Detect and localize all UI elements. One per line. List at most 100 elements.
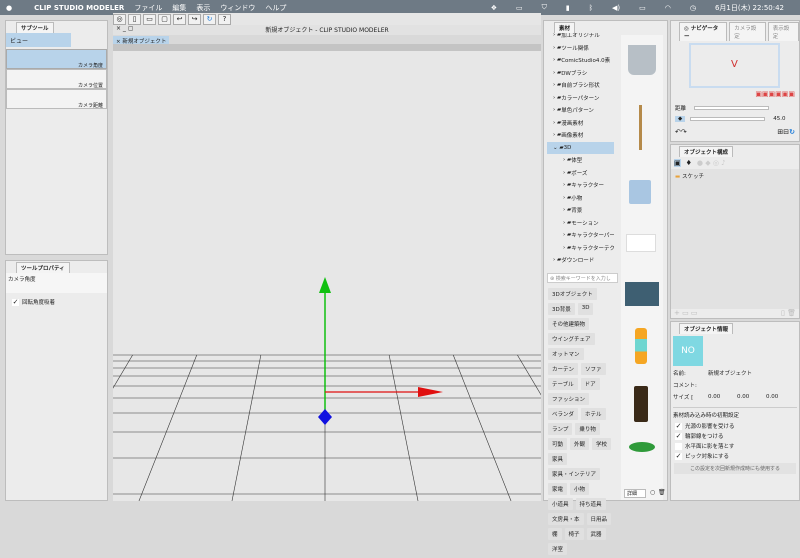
tag-button[interactable]: 小道具 — [548, 498, 573, 510]
import-option-checkbox[interactable]: ✓ 光源の影響を受ける — [675, 421, 799, 431]
tag-button[interactable]: ファッション — [548, 393, 590, 405]
tag-button[interactable]: テーブル — [548, 378, 578, 390]
tree-item[interactable]: › ▰ キャラクターパー — [547, 229, 614, 242]
tag-button[interactable]: 家具・インテリア — [548, 468, 601, 480]
mic-icon[interactable]: ♦ — [686, 159, 692, 167]
tag-button[interactable]: 3D背景 — [548, 303, 575, 315]
import-option-checkbox[interactable]: 水平面に影を落とす — [675, 441, 799, 451]
bluetooth-icon[interactable]: ᛒ — [589, 4, 593, 12]
help-icon[interactable]: ? — [218, 13, 231, 25]
tag-button[interactable]: 3Dオブジェクト — [548, 288, 597, 300]
tree-item[interactable]: › ▰ ComicStudio4.0素 — [547, 54, 614, 67]
can-thumbnail[interactable] — [634, 386, 648, 422]
tag-button[interactable]: ソファ — [581, 363, 606, 375]
tree-item[interactable]: › ▰ キャラクターテク — [547, 242, 614, 255]
tag-button[interactable]: 武器 — [586, 528, 606, 540]
distance-slider[interactable] — [694, 106, 770, 110]
airplay-icon[interactable]: ▭ — [516, 4, 523, 12]
sketch-mode-icon[interactable]: ▣ — [674, 159, 681, 167]
snap-rotation-checkbox[interactable]: ✓ 回転角度吸着 — [12, 297, 101, 307]
menu-edit[interactable]: 編集 — [172, 3, 186, 13]
tree-item[interactable]: › ▰ カラーパターン — [547, 92, 614, 105]
checkbox[interactable]: ✓ — [675, 422, 682, 430]
dropbox-icon[interactable]: ❖ — [491, 4, 497, 12]
render-icon[interactable]: ◎ — [113, 13, 126, 25]
tag-button[interactable]: ウイングチェア — [548, 333, 595, 345]
trash-icon[interactable]: 🗑 — [658, 489, 666, 496]
clock-icon[interactable]: ◷ — [690, 4, 696, 12]
save-default-button[interactable]: この設定を次回新規作成時にも使用する — [674, 463, 796, 474]
tree-item[interactable]: › ▰ DWブラシ — [547, 67, 614, 80]
object-info-tab[interactable]: オブジェクト情報 — [679, 323, 734, 334]
mug-thumbnail[interactable] — [629, 180, 651, 204]
fov-slider[interactable] — [690, 117, 766, 121]
subtool-camera-position[interactable]: カメラ位置 — [6, 69, 107, 89]
window-controls[interactable]: × _ ▢ — [116, 25, 134, 32]
tag-button[interactable]: 乗り物 — [575, 423, 600, 435]
checkbox[interactable] — [675, 442, 682, 450]
name-value[interactable]: 新規オブジェクト — [708, 369, 752, 377]
y-axis-arrow[interactable] — [319, 277, 331, 293]
checkbox[interactable]: ✓ — [675, 452, 682, 460]
tool-property-tab[interactable]: ツールプロパティ — [16, 262, 70, 273]
menu-window[interactable]: ウィンドウ — [220, 3, 255, 13]
tag-button[interactable]: ランプ — [548, 423, 573, 435]
wifi-icon[interactable]: ◠ — [665, 4, 671, 12]
tab-camera-settings[interactable]: カメラ設定 — [729, 22, 766, 41]
tag-button[interactable]: 持ち道具 — [575, 498, 606, 510]
save-icon[interactable]: ▢ — [158, 13, 171, 25]
tree-item[interactable]: › ▰ ポーズ — [547, 167, 614, 180]
circle-icon[interactable]: ○ — [650, 489, 655, 496]
tree-item[interactable]: › ▰ 体型 — [547, 154, 614, 167]
object-structure-tab[interactable]: オブジェクト構成 — [679, 146, 734, 157]
navigator-preview[interactable]: V — [689, 43, 780, 88]
shield-icon[interactable]: ⛉ — [542, 3, 547, 12]
view-group[interactable]: ビュー — [6, 33, 71, 47]
tree-item[interactable]: › ▰ ツール関係 — [547, 42, 614, 55]
import-option-checkbox[interactable]: ✓ ピック対象にする — [675, 451, 799, 461]
undo-view-icon[interactable]: ↶↷ — [675, 128, 687, 136]
tag-button[interactable]: 小物 — [570, 483, 590, 495]
fov-value[interactable]: 45.0 — [773, 116, 785, 122]
volume-icon[interactable]: ◀) — [612, 4, 620, 12]
tree-item[interactable]: › ▰ 加工オリジナル — [547, 33, 614, 42]
clipboard-icon[interactable]: ▮ — [566, 4, 570, 12]
datetime[interactable]: 6月1日(木) 22:50:42 — [715, 3, 784, 13]
battery-icon[interactable]: ▭ — [639, 4, 646, 12]
structure-item-sketch[interactable]: スケッチ — [682, 174, 704, 180]
x-axis-arrow[interactable] — [418, 387, 443, 397]
tree-item[interactable]: › ▰ 自前ブラシ形状 — [547, 79, 614, 92]
undo-icon[interactable]: ↩ — [173, 13, 186, 25]
tree-item[interactable]: › ▰ 画像素材 — [547, 129, 614, 142]
tree-item[interactable]: › ▰ 漫画素材 — [547, 117, 614, 130]
apple-icon[interactable]: ● — [6, 4, 12, 12]
tab-navigator[interactable]: ◎ ナビゲーター — [679, 22, 728, 41]
refresh-icon[interactable]: ↻ — [203, 13, 216, 25]
import-option-checkbox[interactable]: ✓ 輪郭線をつける — [675, 431, 799, 441]
tree-item[interactable]: › ▰ 単色パターン — [547, 104, 614, 117]
camera-preset-icons[interactable]: ▣▣▣▣▣▣ — [671, 90, 799, 98]
tag-button[interactable]: 文房具・本 — [548, 513, 584, 525]
tag-button[interactable]: オットマン — [548, 348, 584, 360]
broom-thumbnail[interactable] — [639, 105, 642, 150]
bucket-thumbnail[interactable] — [628, 45, 656, 75]
paper-thumbnail[interactable] — [626, 234, 656, 252]
tag-button[interactable]: 家電 — [548, 483, 568, 495]
tag-button[interactable]: カーテン — [548, 363, 579, 375]
view-reset-icons[interactable]: ⊞⊟↻ — [777, 128, 795, 136]
open-icon[interactable]: ▭ — [143, 13, 156, 25]
subtool-tab[interactable]: サブツール — [16, 22, 54, 33]
tree-item[interactable]: › ▰ 小物 — [547, 192, 614, 205]
tag-button[interactable]: ベランダ — [548, 408, 579, 420]
view-mode-select[interactable]: 詳細 — [624, 489, 646, 498]
tag-button[interactable]: 外観 — [570, 438, 590, 450]
stool-thumbnail[interactable] — [629, 442, 655, 452]
tag-button[interactable]: 可動 — [548, 438, 568, 450]
structure-actions[interactable]: + ▭ ▭ ▯ 🗑 — [671, 309, 799, 317]
menu-file[interactable]: ファイル — [134, 3, 162, 13]
redo-icon[interactable]: ↪ — [188, 13, 201, 25]
books-thumbnail[interactable] — [625, 282, 659, 306]
tag-button[interactable]: 家具 — [548, 453, 568, 465]
tag-button[interactable]: 学校 — [592, 438, 612, 450]
origin-handle[interactable] — [318, 409, 332, 425]
